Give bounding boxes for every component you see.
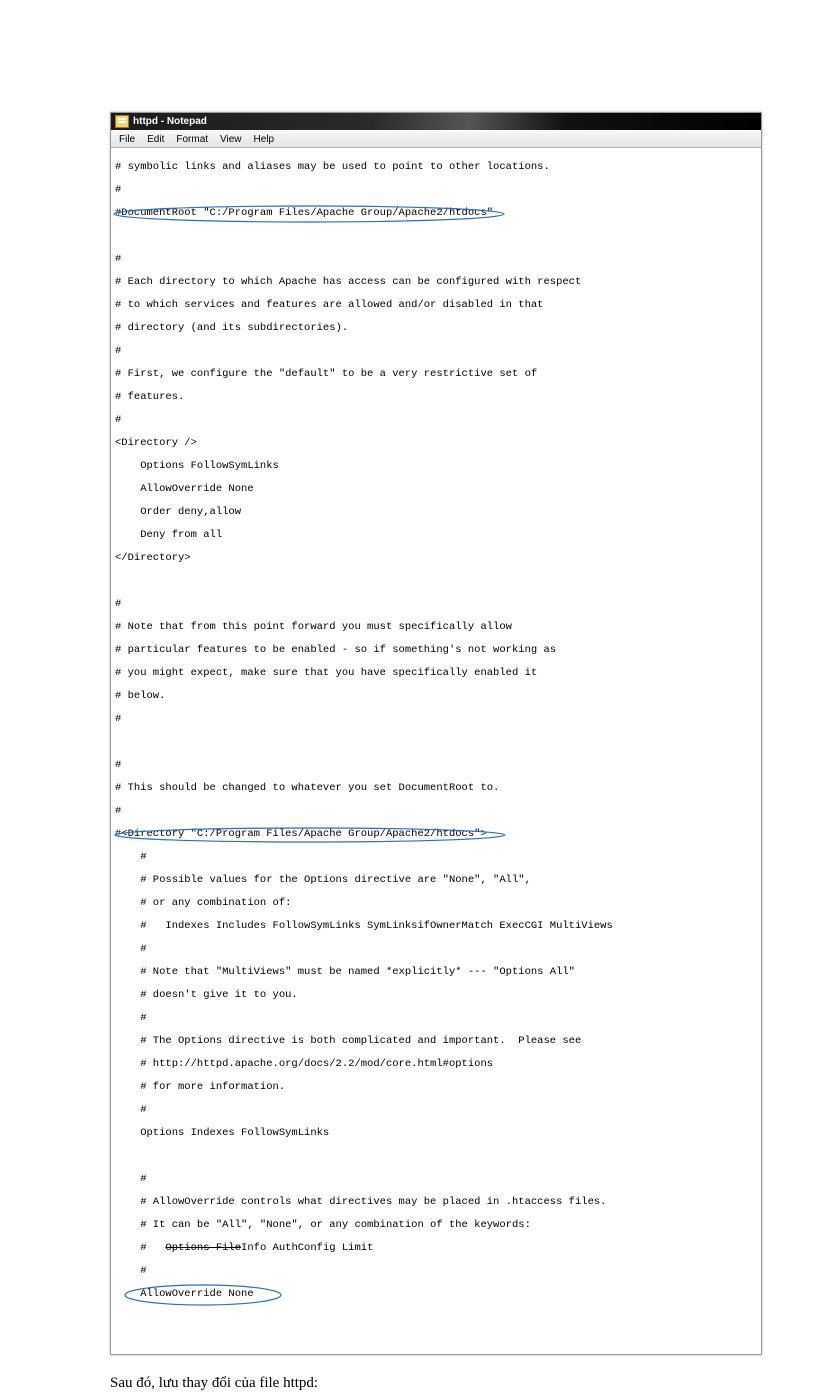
text-line: # xyxy=(115,415,757,427)
window-title: httpd - Notepad xyxy=(133,116,207,127)
menu-help[interactable]: Help xyxy=(248,134,281,145)
text-line: # you might expect, make sure that you h… xyxy=(115,668,757,680)
text-line: # It can be "All", "None", or any combin… xyxy=(115,1220,757,1232)
text-line: # First, we configure the "default" to b… xyxy=(115,369,757,381)
window-titlebar[interactable]: httpd - Notepad xyxy=(111,113,761,130)
text-line: Order deny,allow xyxy=(115,507,757,519)
text-line xyxy=(115,576,757,588)
caption-text: Sau đó, lưu thay đổi của file httpd: xyxy=(110,1375,816,1392)
text-line: # to which services and features are all… xyxy=(115,300,757,312)
text-line: # particular features to be enabled - so… xyxy=(115,645,757,657)
text-line: # doesn't give it to you. xyxy=(115,990,757,1002)
text-line: #<Directory "C:/Program Files/Apache Gro… xyxy=(115,829,757,841)
text-line: # xyxy=(115,599,757,611)
text-line xyxy=(115,737,757,749)
text-line: # below. xyxy=(115,691,757,703)
text-line: #DocumentRoot "C:/Program Files/Apache G… xyxy=(115,208,757,220)
text-line: # for more information. xyxy=(115,1082,757,1094)
text-line: Options Indexes FollowSymLinks xyxy=(115,1128,757,1140)
notepad-file-icon xyxy=(115,115,129,128)
text-line: Options FollowSymLinks xyxy=(115,461,757,473)
menu-file[interactable]: File xyxy=(113,134,141,145)
text-line: AllowOverride None xyxy=(115,1289,757,1301)
text-line: # symbolic links and aliases may be used… xyxy=(115,162,757,174)
text-line: # Indexes Includes FollowSymLinks SymLin… xyxy=(115,921,757,933)
text-editor-area[interactable]: # symbolic links and aliases may be used… xyxy=(111,148,761,1354)
text-line: </Directory> xyxy=(115,553,757,565)
text-line: # xyxy=(115,760,757,772)
text-line: # xyxy=(115,346,757,358)
text-line: # xyxy=(115,254,757,266)
text-line: Deny from all xyxy=(115,530,757,542)
text-line: # features. xyxy=(115,392,757,404)
text-line xyxy=(115,231,757,243)
text-line: # xyxy=(115,852,757,864)
notepad-window: httpd - Notepad File Edit Format View He… xyxy=(110,112,762,1355)
text-line: # directory (and its subdirectories). xyxy=(115,323,757,335)
text-line: # xyxy=(115,1266,757,1278)
text-line: # xyxy=(115,1174,757,1186)
text-line xyxy=(115,1151,757,1163)
text-line: # xyxy=(115,1105,757,1117)
menu-format[interactable]: Format xyxy=(170,134,214,145)
text-line: # or any combination of: xyxy=(115,898,757,910)
text-line: # Note that "MultiViews" must be named *… xyxy=(115,967,757,979)
text-line: # The Options directive is both complica… xyxy=(115,1036,757,1048)
text-line: <Directory /> xyxy=(115,438,757,450)
text-line: # Each directory to which Apache has acc… xyxy=(115,277,757,289)
text-line: # xyxy=(115,806,757,818)
menu-edit[interactable]: Edit xyxy=(141,134,170,145)
text-line: AllowOverride None xyxy=(115,484,757,496)
text-line: # xyxy=(115,714,757,726)
text-line: # Note that from this point forward you … xyxy=(115,622,757,634)
text-line: # AllowOverride controls what directives… xyxy=(115,1197,757,1209)
text-line: # xyxy=(115,944,757,956)
text-line: # xyxy=(115,1013,757,1025)
text-line: # Options FileInfo AuthConfig Limit xyxy=(115,1243,757,1255)
menu-bar: File Edit Format View Help xyxy=(111,130,761,148)
text-line: # Possible values for the Options direct… xyxy=(115,875,757,887)
text-line: # xyxy=(115,185,757,197)
text-line: # http://httpd.apache.org/docs/2.2/mod/c… xyxy=(115,1059,757,1071)
text-line: # This should be changed to whatever you… xyxy=(115,783,757,795)
menu-view[interactable]: View xyxy=(214,134,248,145)
text-line xyxy=(115,1312,757,1324)
